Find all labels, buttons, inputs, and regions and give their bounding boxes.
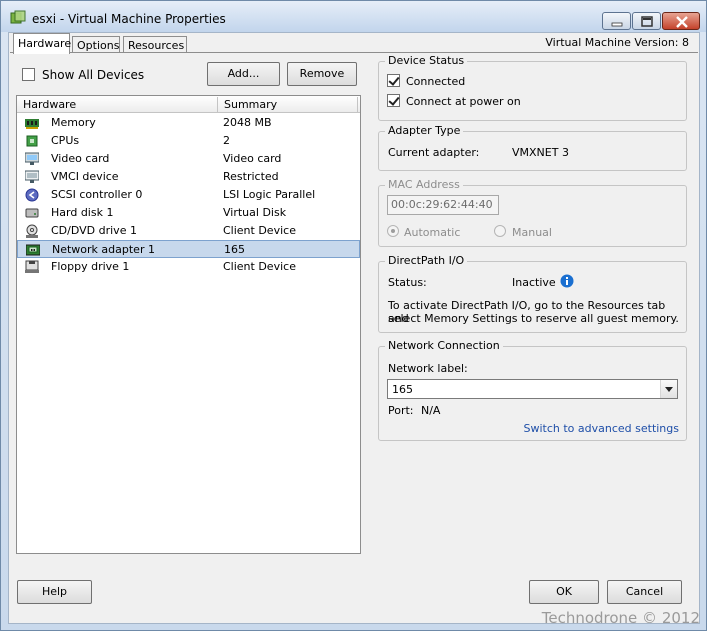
device-summary: 165 xyxy=(224,243,245,256)
tab-options[interactable]: Options xyxy=(72,36,120,53)
hard-disk-icon xyxy=(25,208,39,218)
dropdown-arrow[interactable] xyxy=(660,380,677,398)
dialog-client-area: Hardware Options Resources Virtual Machi… xyxy=(8,32,700,624)
device-summary: 2048 MB xyxy=(223,116,272,129)
device-row-cpus[interactable]: CPUs 2 xyxy=(17,132,360,150)
device-summary: Video card xyxy=(223,152,282,165)
watermark: Technodrone © 2012 xyxy=(541,609,700,627)
chevron-down-icon xyxy=(665,387,673,392)
ok-button[interactable]: OK xyxy=(529,580,599,604)
network-connection-title: Network Connection xyxy=(385,339,503,352)
maximize-button[interactable] xyxy=(632,12,661,30)
help-button[interactable]: Help xyxy=(17,580,92,604)
directpath-status-value: Inactive xyxy=(512,276,556,289)
device-name: Hard disk 1 xyxy=(51,206,114,219)
mac-address-title: MAC Address xyxy=(385,178,463,191)
device-summary: Virtual Disk xyxy=(223,206,287,219)
device-row-memory[interactable]: Memory 2048 MB xyxy=(17,114,360,132)
remove-device-button[interactable]: Remove xyxy=(287,62,357,86)
connected-checkbox[interactable] xyxy=(387,74,400,87)
device-row-vmci-device[interactable]: VMCI device Restricted xyxy=(17,168,360,186)
connected-label: Connected xyxy=(406,75,466,88)
info-icon[interactable] xyxy=(560,274,574,288)
connect-at-power-on-label: Connect at power on xyxy=(406,95,521,108)
device-list-header: Hardware Summary xyxy=(17,96,360,113)
network-label-value: 165 xyxy=(392,383,413,396)
device-row-scsi-controller[interactable]: SCSI controller 0 LSI Logic Parallel xyxy=(17,186,360,204)
device-name: VMCI device xyxy=(51,170,119,183)
column-header-summary[interactable]: Summary xyxy=(224,98,277,111)
vm-properties-window: esxi - Virtual Machine Properties Hardwa… xyxy=(0,0,707,631)
memory-icon xyxy=(25,119,39,129)
vmci-device-icon xyxy=(25,170,39,183)
mac-automatic-radio[interactable] xyxy=(387,225,399,237)
device-name: SCSI controller 0 xyxy=(51,188,143,201)
cancel-button[interactable]: Cancel xyxy=(607,580,682,604)
mac-address-field[interactable]: 00:0c:29:62:44:40 xyxy=(387,195,499,215)
device-row-network-adapter[interactable]: Network adapter 1 165 xyxy=(17,240,360,258)
network-connection-group: Network Connection Network label: 165 Po… xyxy=(378,339,687,441)
port-label: Port: xyxy=(388,404,414,417)
device-name: Video card xyxy=(51,152,110,165)
device-row-floppy-drive[interactable]: Floppy drive 1 Client Device xyxy=(17,258,360,276)
column-header-hardware[interactable]: Hardware xyxy=(23,98,76,111)
device-row-cd-dvd-drive[interactable]: CD/DVD drive 1 Client Device xyxy=(17,222,360,240)
adapter-type-group: Adapter Type Current adapter: VMXNET 3 xyxy=(378,124,687,171)
directpath-io-title: DirectPath I/O xyxy=(385,254,468,267)
device-summary: 2 xyxy=(223,134,230,147)
device-status-title: Device Status xyxy=(385,54,468,67)
mac-address-group: MAC Address 00:0c:29:62:44:40 Automatic … xyxy=(378,178,687,247)
window-title: esxi - Virtual Machine Properties xyxy=(32,12,226,26)
device-summary: Restricted xyxy=(223,170,279,183)
minimize-button[interactable] xyxy=(602,12,631,30)
cd-dvd-icon xyxy=(26,224,38,238)
close-icon xyxy=(676,16,688,28)
floppy-drive-icon xyxy=(25,260,39,273)
network-adapter-icon xyxy=(26,244,40,256)
mac-automatic-label: Automatic xyxy=(404,226,461,239)
network-label-caption: Network label: xyxy=(388,362,468,375)
current-adapter-label: Current adapter: xyxy=(388,146,480,159)
title-bar[interactable]: esxi - Virtual Machine Properties xyxy=(1,1,706,32)
tab-hardware[interactable]: Hardware xyxy=(13,33,71,54)
device-list: Hardware Summary Memory 2048 MB CPUs 2 V… xyxy=(16,95,361,554)
video-card-icon xyxy=(25,152,39,165)
device-name: Network adapter 1 xyxy=(52,243,155,256)
port-value: N/A xyxy=(421,404,441,417)
device-row-video-card[interactable]: Video card Video card xyxy=(17,150,360,168)
mac-manual-radio[interactable] xyxy=(494,225,506,237)
current-adapter-value: VMXNET 3 xyxy=(512,146,569,159)
device-name: Floppy drive 1 xyxy=(51,260,130,273)
directpath-io-group: DirectPath I/O Status: Inactive To activ… xyxy=(378,254,687,333)
maximize-icon xyxy=(641,16,653,27)
device-status-group: Device Status Connected Connect at power… xyxy=(378,54,687,121)
device-name: CD/DVD drive 1 xyxy=(51,224,137,237)
vsphere-app-icon xyxy=(10,10,26,24)
connect-at-power-on-checkbox[interactable] xyxy=(387,94,400,107)
adapter-type-title: Adapter Type xyxy=(385,124,464,137)
network-label-select[interactable]: 165 xyxy=(387,379,678,399)
vm-version-label: Virtual Machine Version: 8 xyxy=(545,36,689,49)
minimize-icon xyxy=(611,22,623,27)
close-button[interactable] xyxy=(662,12,700,30)
hardware-tab-panel: Show All Devices Add... Remove Hardware … xyxy=(10,52,698,571)
switch-to-advanced-settings-link[interactable]: Switch to advanced settings xyxy=(523,422,679,435)
device-summary: Client Device xyxy=(223,224,296,237)
device-row-hard-disk[interactable]: Hard disk 1 Virtual Disk xyxy=(17,204,360,222)
device-name: Memory xyxy=(51,116,96,129)
show-all-devices-checkbox[interactable] xyxy=(22,68,35,81)
add-device-button[interactable]: Add... xyxy=(207,62,280,86)
show-all-devices-label: Show All Devices xyxy=(42,68,145,82)
mac-manual-label: Manual xyxy=(512,226,552,239)
cpu-icon xyxy=(26,135,38,147)
device-summary: LSI Logic Parallel xyxy=(223,188,316,201)
directpath-status-label: Status: xyxy=(388,276,427,289)
device-name: CPUs xyxy=(51,134,80,147)
scsi-controller-icon xyxy=(25,188,39,202)
directpath-info-line-2: select Memory Settings to reserve all gu… xyxy=(388,312,679,325)
device-summary: Client Device xyxy=(223,260,296,273)
tab-resources[interactable]: Resources xyxy=(123,36,187,53)
